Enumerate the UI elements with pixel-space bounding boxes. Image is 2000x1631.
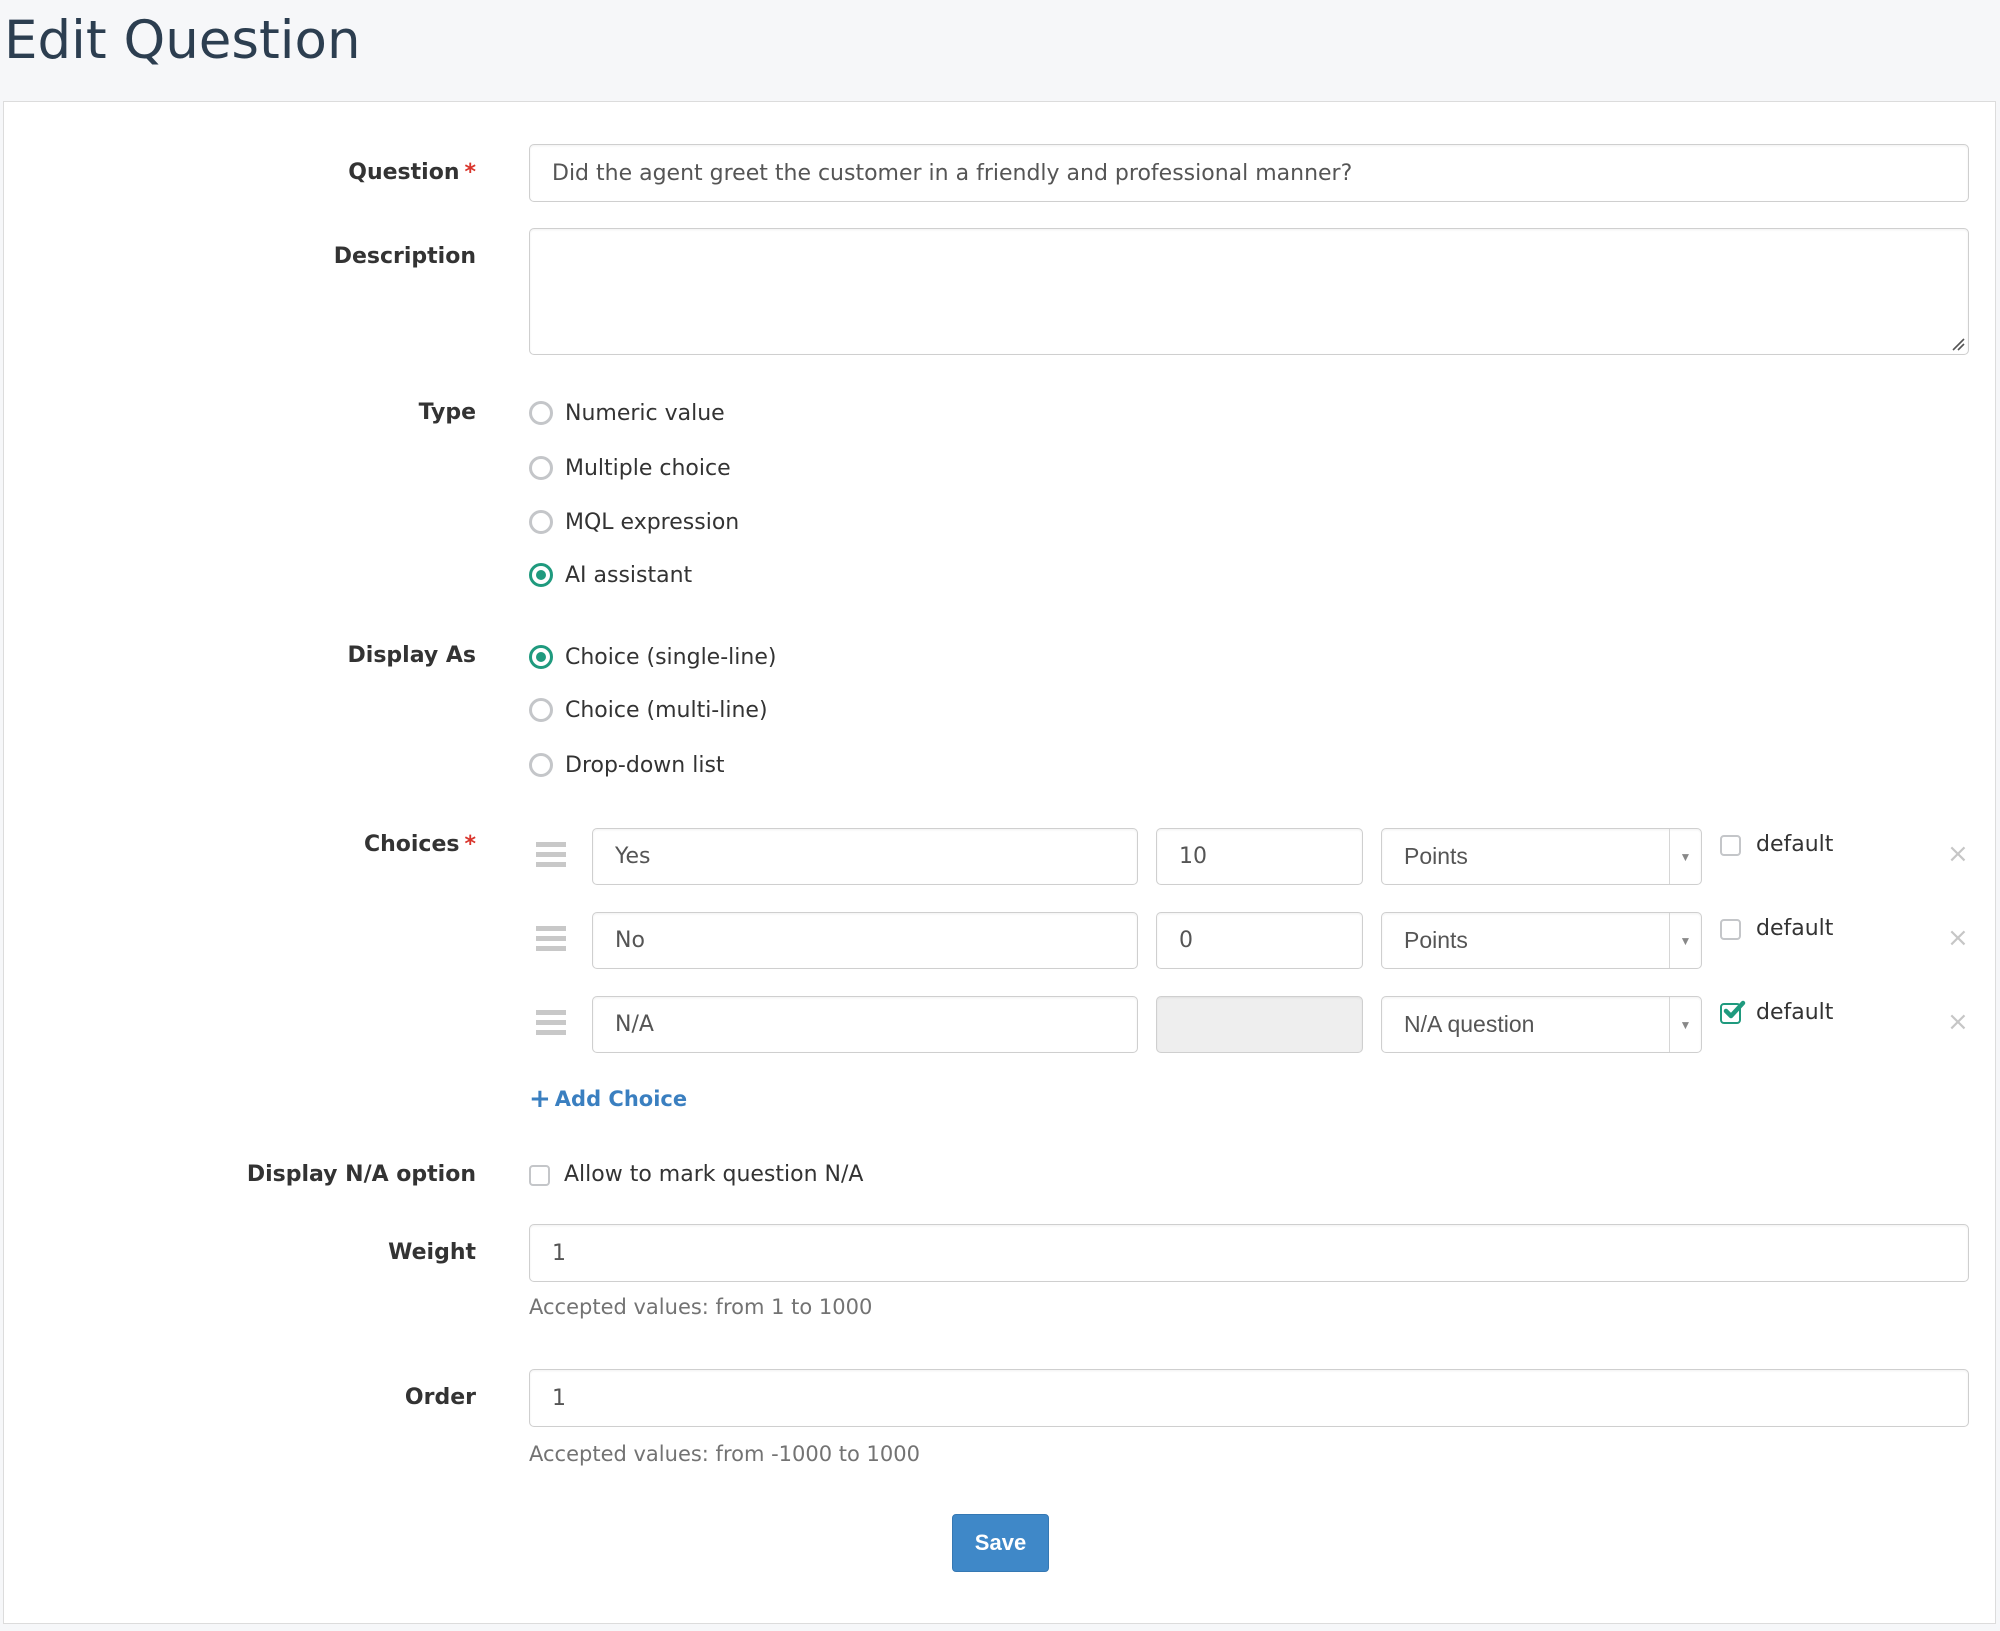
order-label: Order	[404, 1385, 476, 1410]
choice-score-value: 0	[1179, 928, 1193, 953]
type-option-multiple-choice[interactable]: Multiple choice	[529, 453, 731, 483]
caret-down-icon[interactable]: ▼	[1669, 913, 1701, 968]
display-option-multi-line[interactable]: Choice (multi-line)	[529, 695, 768, 725]
choice-text-value: Yes	[615, 844, 651, 869]
drag-handle-icon[interactable]	[536, 842, 566, 868]
choice-text-input[interactable]: No	[592, 912, 1138, 969]
type-option-mql[interactable]: MQL expression	[529, 507, 739, 537]
resize-handle-icon[interactable]	[1951, 337, 1965, 351]
default-checkbox[interactable]	[1720, 835, 1741, 856]
radio-label: Choice (multi-line)	[565, 697, 768, 723]
page-title: Edit Question	[4, 10, 361, 71]
select-value: Points	[1404, 843, 1468, 869]
check-icon	[1723, 1000, 1746, 1019]
radio-label: Choice (single-line)	[565, 644, 777, 670]
weight-label: Weight	[388, 1240, 476, 1265]
select-value: N/A question	[1404, 1011, 1535, 1037]
weight-help-text: Accepted values: from 1 to 1000	[529, 1295, 873, 1319]
display-na-label: Display N/A option	[246, 1162, 476, 1187]
choice-text-input[interactable]: Yes	[592, 828, 1138, 885]
default-label: default	[1756, 832, 1834, 857]
radio-label: Numeric value	[565, 400, 725, 426]
order-input[interactable]: 1	[529, 1369, 1969, 1427]
allow-na-label: Allow to mark question N/A	[564, 1162, 864, 1187]
radio-icon[interactable]	[529, 510, 553, 534]
radio-icon[interactable]	[529, 401, 553, 425]
weight-input[interactable]: 1	[529, 1224, 1969, 1282]
choice-score-value: 10	[1179, 844, 1207, 869]
plus-icon: +	[529, 1084, 551, 1114]
save-button[interactable]: Save	[952, 1514, 1049, 1572]
choice-text-value: No	[615, 928, 645, 953]
choice-score-type-select[interactable]: Points ▼	[1381, 828, 1702, 885]
radio-label: MQL expression	[565, 509, 740, 535]
default-label: default	[1756, 916, 1834, 941]
choice-text-input[interactable]: N/A	[592, 996, 1138, 1053]
add-choice-link[interactable]: + Add Choice	[529, 1085, 687, 1113]
select-value: Points	[1404, 927, 1468, 953]
required-mark: *	[464, 832, 476, 857]
radio-icon[interactable]	[529, 698, 553, 722]
question-input-value: Did the agent greet the customer in a fr…	[552, 160, 1353, 186]
close-icon[interactable]: ×	[1947, 841, 1969, 867]
radio-checked-icon[interactable]	[529, 645, 553, 669]
required-mark: *	[464, 160, 476, 185]
weight-value: 1	[552, 1240, 566, 1266]
default-checkbox-checked[interactable]	[1720, 1000, 1746, 1024]
choices-label: Choices *	[364, 830, 476, 860]
choices-label-text: Choices	[363, 832, 460, 857]
radio-label: Multiple choice	[565, 455, 731, 481]
question-label: Question *	[348, 158, 476, 188]
caret-down-icon[interactable]: ▼	[1669, 997, 1701, 1052]
type-option-numeric[interactable]: Numeric value	[529, 398, 725, 428]
question-input[interactable]: Did the agent greet the customer in a fr…	[529, 144, 1969, 202]
choice-score-type-select[interactable]: N/A question ▼	[1381, 996, 1702, 1053]
type-option-ai-assistant[interactable]: AI assistant	[529, 560, 692, 590]
order-help-text: Accepted values: from -1000 to 1000	[529, 1442, 920, 1466]
caret-down-icon[interactable]: ▼	[1669, 829, 1701, 884]
display-option-single-line[interactable]: Choice (single-line)	[529, 642, 776, 672]
choice-score-type-select[interactable]: Points ▼	[1381, 912, 1702, 969]
default-checkbox[interactable]	[1720, 919, 1741, 940]
default-label: default	[1756, 1000, 1834, 1025]
choice-score-input[interactable]: 0	[1156, 912, 1363, 969]
question-label-text: Question	[348, 160, 460, 185]
close-icon[interactable]: ×	[1947, 925, 1969, 951]
type-label: Type	[418, 400, 476, 425]
choice-score-input-disabled	[1156, 996, 1363, 1053]
radio-icon[interactable]	[529, 456, 553, 480]
close-icon[interactable]: ×	[1947, 1009, 1969, 1035]
display-as-label: Display As	[347, 643, 476, 668]
description-textarea[interactable]	[529, 228, 1969, 355]
drag-handle-icon[interactable]	[536, 1010, 566, 1036]
order-value: 1	[552, 1385, 566, 1411]
radio-label: AI assistant	[565, 562, 693, 588]
display-option-dropdown[interactable]: Drop-down list	[529, 750, 725, 780]
drag-handle-icon[interactable]	[536, 926, 566, 952]
add-choice-label: Add Choice	[554, 1087, 688, 1111]
radio-label: Drop-down list	[565, 752, 725, 778]
allow-na-checkbox[interactable]	[529, 1165, 550, 1186]
radio-checked-icon[interactable]	[529, 563, 553, 587]
choice-text-value: N/A	[615, 1012, 654, 1037]
choice-score-input[interactable]: 10	[1156, 828, 1363, 885]
description-label: Description	[333, 244, 476, 269]
radio-icon[interactable]	[529, 753, 553, 777]
